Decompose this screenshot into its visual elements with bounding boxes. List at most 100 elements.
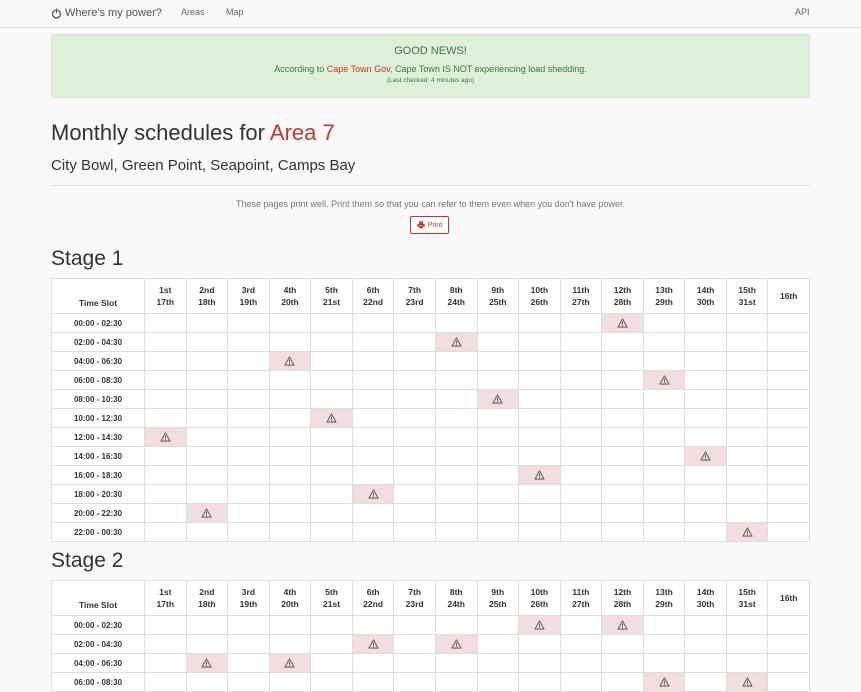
source-link[interactable]: Cape Town Gov <box>327 64 390 74</box>
schedule-cell <box>642 427 686 447</box>
schedule-cell <box>642 332 686 352</box>
warning-icon <box>451 337 462 347</box>
schedule-cell <box>351 427 395 447</box>
schedule-cell <box>310 484 353 504</box>
alert-prefix: According to <box>274 64 327 74</box>
shedding-cell <box>268 653 312 673</box>
schedule-cell <box>434 389 478 409</box>
day-header: 1st 17th <box>144 580 187 616</box>
schedule-cell <box>185 389 229 409</box>
schedule-cell <box>767 503 810 523</box>
schedule-cell <box>351 408 395 428</box>
schedule-cell <box>601 332 644 352</box>
day-header-secondary: 26th <box>530 599 549 609</box>
schedule-cell <box>434 370 478 390</box>
time-slot-label: 10:00 - 12:30 <box>51 408 145 428</box>
schedule-cell <box>227 615 270 635</box>
time-slot-label: 22:00 - 00:30 <box>51 522 145 542</box>
day-header: 6th 22nd <box>351 278 395 314</box>
day-header: 5th 21st <box>310 580 353 616</box>
schedule-cell <box>144 503 187 523</box>
schedule-cell <box>144 484 187 504</box>
schedule-cell <box>601 389 644 409</box>
schedule-cell <box>227 672 270 692</box>
schedule-cell <box>393 522 436 542</box>
day-header: 7th 23rd <box>393 278 436 314</box>
schedule-cell <box>310 615 353 635</box>
schedule-row: 20:00 - 22:30 <box>51 503 810 523</box>
day-header: 14th 30th <box>684 580 727 616</box>
warning-icon <box>700 451 711 461</box>
schedule-cell <box>393 615 436 635</box>
day-header-primary: 15th <box>738 285 756 295</box>
schedule-cell <box>476 672 520 692</box>
schedule-cell <box>684 672 727 692</box>
schedule-cell <box>684 332 727 352</box>
day-header-secondary: 25th <box>489 599 507 609</box>
day-header-secondary: 28th <box>613 599 632 609</box>
schedule-cell <box>310 465 353 485</box>
schedule-cell <box>393 653 436 673</box>
schedule-cell <box>725 615 769 635</box>
schedule-cell <box>310 370 353 390</box>
time-slot-label: 04:00 - 06:30 <box>51 653 145 673</box>
schedule-cell <box>227 653 270 673</box>
schedule-cell <box>227 351 270 371</box>
schedule-cell <box>601 427 644 447</box>
warning-icon <box>617 318 628 328</box>
time-slot-label: 06:00 - 08:30 <box>51 672 145 692</box>
schedule-cell <box>601 465 644 485</box>
schedule-cell <box>434 522 478 542</box>
time-slot-label: 18:00 - 20:30 <box>51 484 145 504</box>
time-slot-header: Time Slot <box>51 278 145 314</box>
shedding-cell <box>434 634 478 654</box>
schedule-cell <box>518 503 561 523</box>
schedule-cell <box>767 672 810 692</box>
day-header-secondary: 27th <box>572 297 590 307</box>
schedule-cell <box>725 351 769 371</box>
nav-api-link[interactable]: API <box>795 7 810 17</box>
schedule-cell <box>185 634 229 654</box>
day-header-secondary: 19th <box>239 599 258 609</box>
schedule-cell <box>518 446 561 466</box>
day-header: 3rd 19th <box>227 580 270 616</box>
day-header-secondary: 18th <box>198 297 216 307</box>
day-header-primary: 14th <box>696 587 715 597</box>
schedule-cell <box>351 332 395 352</box>
schedule-cell <box>767 313 810 333</box>
schedule-cell <box>434 408 478 428</box>
schedule-cell <box>351 389 395 409</box>
schedule-cell <box>227 484 270 504</box>
schedule-cell <box>185 370 229 390</box>
schedule-cell <box>268 427 312 447</box>
alert-title: GOOD NEWS! <box>394 45 467 57</box>
day-header: 4th 20th <box>268 278 312 314</box>
schedule-cell <box>310 446 353 466</box>
time-slot-header: Time Slot <box>51 580 145 616</box>
navbar: Where's my power? Areas Map API <box>0 0 861 28</box>
schedule-cell <box>601 503 644 523</box>
schedule-cell <box>725 634 769 654</box>
shedding-cell <box>310 408 353 428</box>
warning-icon <box>617 620 628 630</box>
nav-areas-link[interactable]: Areas <box>181 7 205 17</box>
schedule-cell <box>434 351 478 371</box>
schedule-cell <box>767 615 810 635</box>
brand-link[interactable]: Where's my power? <box>51 7 162 19</box>
warning-icon <box>534 620 545 630</box>
nav-map-link[interactable]: Map <box>226 7 244 17</box>
divider <box>51 185 810 186</box>
schedule-cell <box>559 427 603 447</box>
shedding-cell <box>144 427 187 447</box>
schedule-cell <box>185 332 229 352</box>
power-icon <box>51 7 62 19</box>
time-slot-label: 14:00 - 16:30 <box>51 446 145 466</box>
schedule-row: 10:00 - 12:30 <box>51 408 810 428</box>
schedule-cell <box>767 408 810 428</box>
print-button[interactable]: Print <box>410 216 449 234</box>
day-header: 9th 25th <box>476 580 520 616</box>
schedule-cell <box>144 522 187 542</box>
schedule-cell <box>144 351 187 371</box>
day-header-primary: 6th <box>366 285 380 295</box>
day-header-primary: 13th <box>655 285 673 295</box>
